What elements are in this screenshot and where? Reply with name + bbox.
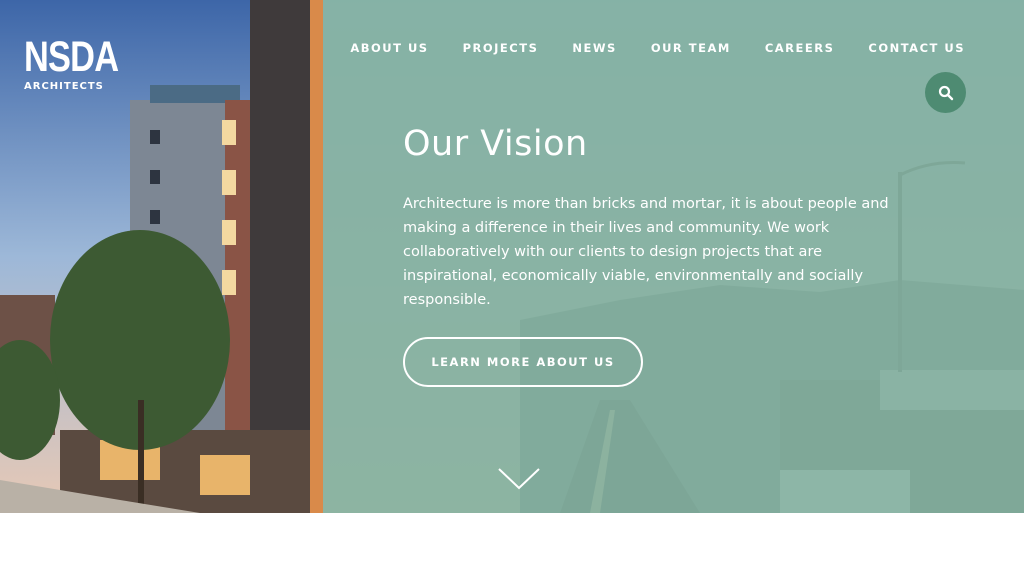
hero-title: Our Vision	[403, 124, 588, 164]
search-icon	[938, 85, 953, 100]
chevron-down-icon[interactable]	[497, 466, 541, 492]
logo-wordmark: NSDA	[24, 33, 119, 81]
nav-projects[interactable]: PROJECTS	[463, 41, 539, 55]
nsda-logo[interactable]: NSDA ARCHITECTS	[24, 33, 142, 93]
nav-careers[interactable]: CAREERS	[765, 41, 835, 55]
learn-more-label: LEARN MORE ABOUT US	[431, 355, 615, 369]
nav-our-team[interactable]: OUR TEAM	[651, 41, 731, 55]
hero-description: Architecture is more than bricks and mor…	[403, 196, 889, 308]
main-nav: ABOUT US PROJECTS NEWS OUR TEAM CAREERS …	[350, 41, 965, 55]
search-button[interactable]	[925, 72, 966, 113]
hero-section: NSDA ARCHITECTS ABOUT US PROJECTS NEWS O…	[0, 0, 1024, 513]
nav-about-us[interactable]: ABOUT US	[350, 41, 428, 55]
nav-contact-us[interactable]: CONTACT US	[868, 41, 965, 55]
learn-more-button[interactable]: LEARN MORE ABOUT US	[403, 337, 643, 387]
nav-news[interactable]: NEWS	[572, 41, 616, 55]
logo-subtitle: ARCHITECTS	[24, 81, 104, 92]
